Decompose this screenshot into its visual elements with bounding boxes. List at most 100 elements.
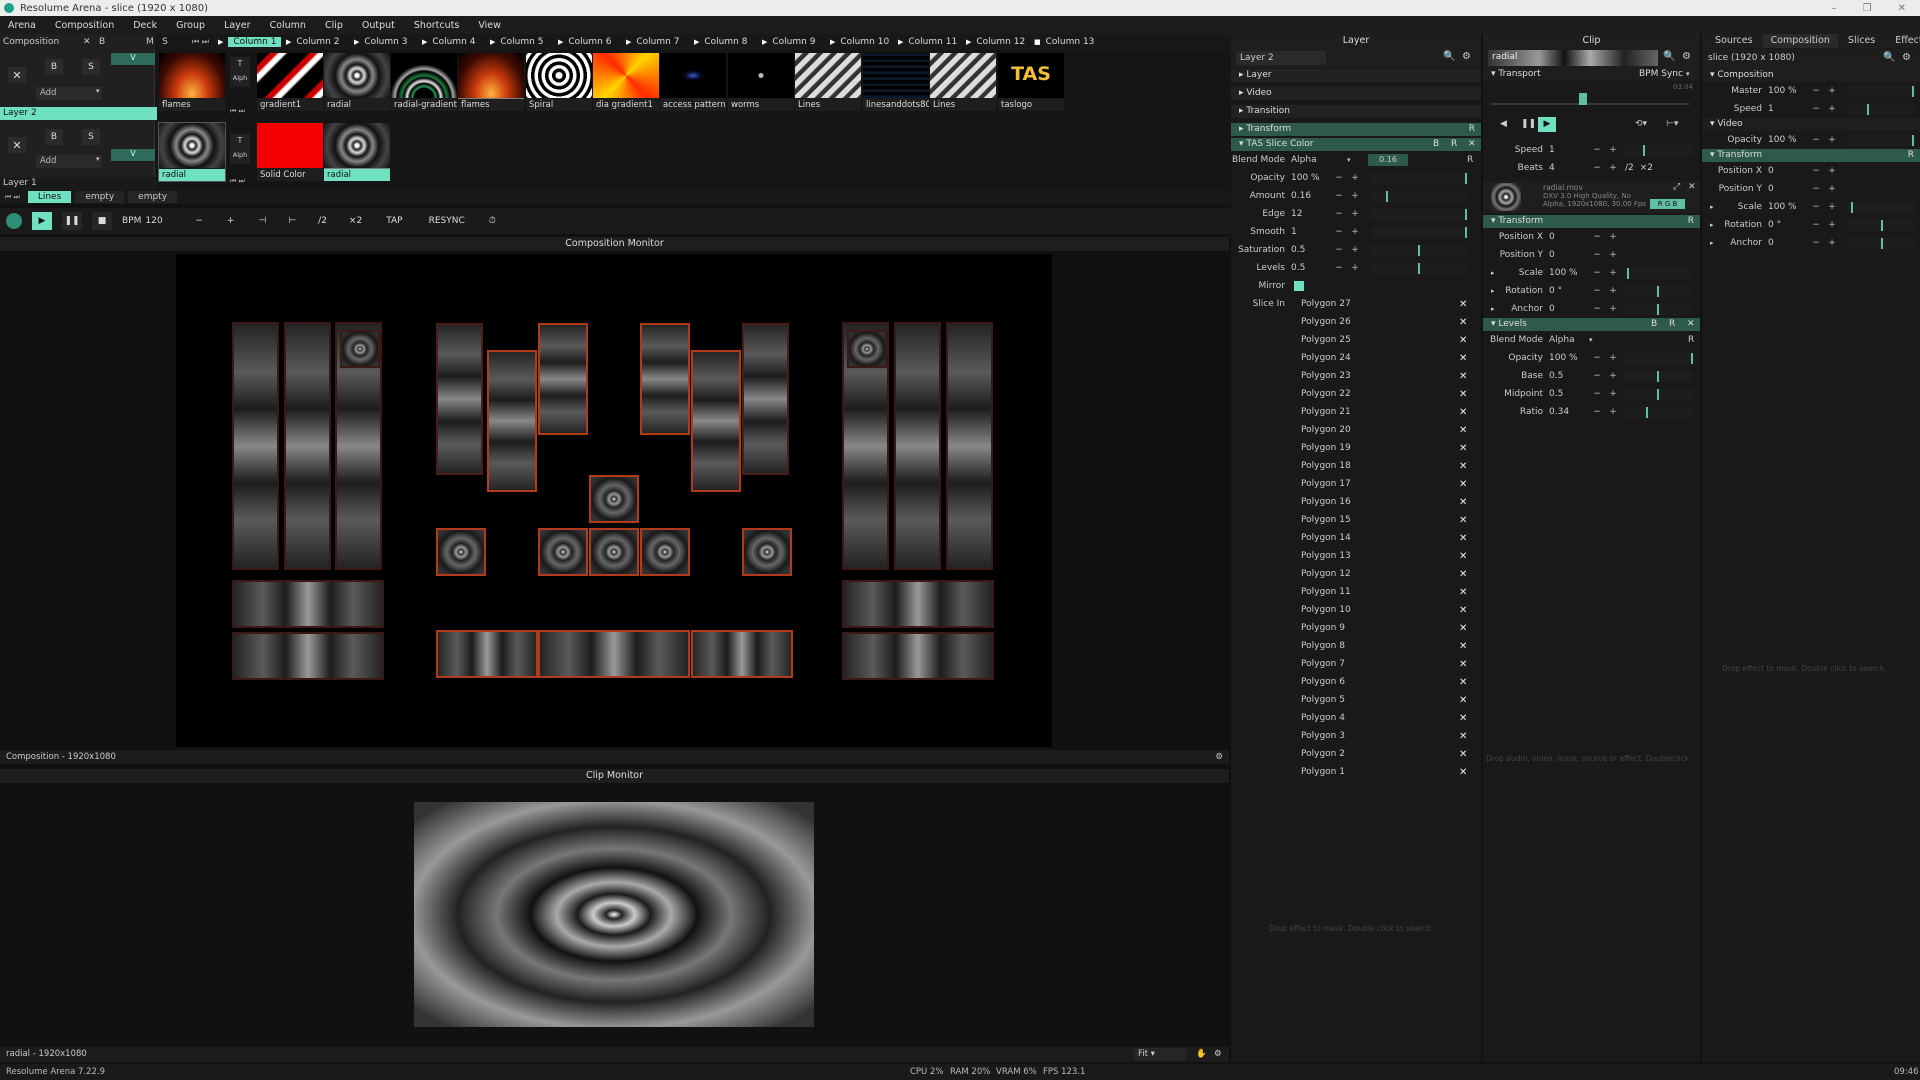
expand-arrow-icon[interactable]: ▸ — [1710, 239, 1714, 247]
clip-slot[interactable]: flames — [458, 53, 524, 111]
mirror-checkbox[interactable] — [1294, 281, 1304, 291]
param-slider[interactable] — [1623, 303, 1691, 315]
beats-increase[interactable]: + — [1605, 163, 1621, 173]
layer-2-add-dropdown[interactable]: Add — [36, 87, 102, 100]
layer-1-clear-icon[interactable]: ✕ — [8, 137, 26, 153]
remove-polygon-icon[interactable]: ✕ — [1459, 713, 1467, 724]
layer-2-bypass-button[interactable]: B — [45, 59, 63, 75]
speed-decrease[interactable]: − — [1808, 104, 1824, 114]
composition-clear-button[interactable]: ✕ — [83, 37, 91, 47]
gear-icon[interactable]: ⚙ — [1682, 51, 1691, 62]
search-icon[interactable]: 🔍 — [1443, 51, 1455, 62]
play-icon[interactable]: ▶ — [422, 38, 427, 46]
direction-icon[interactable]: ⊢▾ — [1666, 119, 1678, 129]
deck-nav-icon[interactable]: ⏮ ⏭ — [5, 193, 20, 202]
remove-polygon-icon[interactable]: ✕ — [1459, 497, 1467, 508]
param-slider[interactable] — [1623, 267, 1691, 279]
clip-search-input[interactable]: radial — [1488, 50, 1658, 66]
decrease-button[interactable]: − — [1808, 238, 1824, 248]
reset-button[interactable]: R — [1908, 149, 1914, 162]
bpm-increase-button[interactable]: + — [227, 216, 235, 226]
layer-1-name[interactable]: Layer 1 — [0, 177, 157, 190]
speed-value[interactable]: 1 — [1549, 145, 1589, 155]
remove-polygon-icon[interactable]: ✕ — [1459, 587, 1467, 598]
gear-icon[interactable]: ⚙ — [1214, 1047, 1222, 1062]
expand-arrow-icon[interactable]: ▸ — [1491, 287, 1495, 295]
param-slider[interactable] — [1371, 208, 1467, 220]
gear-icon[interactable]: ⚙ — [1462, 51, 1471, 62]
close-icon[interactable]: ✕ — [1688, 182, 1696, 192]
column-header-6[interactable]: ▶ Column 6 — [555, 35, 621, 49]
effect-bypass-button[interactable]: B — [1433, 138, 1439, 151]
menu-column[interactable]: Column — [270, 20, 306, 31]
tab-slices[interactable]: Slices — [1838, 34, 1885, 48]
column-header-3[interactable]: ▶ Column 3 — [351, 35, 417, 49]
remove-polygon-icon[interactable]: ✕ — [1459, 623, 1467, 634]
polygon-item[interactable]: Polygon 7 ✕ — [1297, 655, 1481, 673]
opacity-decrease[interactable]: − — [1808, 135, 1824, 145]
increase-button[interactable]: + — [1347, 191, 1363, 201]
decrease-button[interactable]: − — [1589, 353, 1605, 363]
tab-sources[interactable]: Sources — [1705, 34, 1763, 48]
clip-slot[interactable]: radial-gradient — [391, 53, 457, 111]
beats-half-button[interactable]: /2 — [1625, 163, 1634, 173]
timeline-playhead[interactable] — [1579, 93, 1587, 105]
play-icon[interactable]: ▶ — [286, 38, 291, 46]
polygon-item[interactable]: Polygon 13 ✕ — [1297, 547, 1481, 565]
polygon-item[interactable]: Polygon 24 ✕ — [1297, 349, 1481, 367]
menu-deck[interactable]: Deck — [133, 20, 157, 31]
composition-preview[interactable] — [0, 251, 1229, 747]
param-animate-button[interactable]: R — [1688, 335, 1694, 345]
hand-icon[interactable]: ✋ — [1196, 1047, 1207, 1062]
column-header-10[interactable]: ▶ Column 10 — [827, 35, 893, 49]
comp-speed-value[interactable]: 1 — [1768, 104, 1808, 114]
polygon-item[interactable]: Polygon 17 ✕ — [1297, 475, 1481, 493]
clip-slot[interactable]: Lines — [930, 53, 996, 111]
increase-button[interactable]: + — [1824, 184, 1840, 194]
param-value[interactable]: 0.5 — [1549, 371, 1589, 381]
polygon-item[interactable]: Polygon 20 ✕ — [1297, 421, 1481, 439]
increase-button[interactable]: + — [1347, 209, 1363, 219]
polygon-item[interactable]: Polygon 16 ✕ — [1297, 493, 1481, 511]
increase-button[interactable]: + — [1824, 220, 1840, 230]
play-icon[interactable]: ▶ — [490, 38, 495, 46]
reset-button[interactable]: R — [1469, 123, 1475, 136]
expand-arrow-icon[interactable]: ▸ — [1491, 269, 1495, 277]
polygon-item[interactable]: Polygon 26 ✕ — [1297, 313, 1481, 331]
stop-icon[interactable]: ■ — [92, 212, 112, 230]
master-decrease[interactable]: − — [1808, 86, 1824, 96]
increase-button[interactable]: + — [1605, 232, 1621, 242]
remove-polygon-icon[interactable]: ✕ — [1459, 677, 1467, 688]
polygon-item[interactable]: Polygon 6 ✕ — [1297, 673, 1481, 691]
play-icon[interactable]: ▶ — [898, 38, 903, 46]
clip-slot[interactable]: flames — [159, 53, 225, 111]
remove-polygon-icon[interactable]: ✕ — [1459, 425, 1467, 436]
gear-icon[interactable]: ⚙ — [1902, 52, 1911, 63]
bpm-half-button[interactable]: /2 — [318, 216, 327, 226]
param-value[interactable]: 0.5 — [1291, 245, 1331, 255]
clip-slot[interactable]: gradient1 — [257, 53, 323, 111]
comp-opacity-value[interactable]: 100 % — [1768, 135, 1808, 145]
channel-b[interactable]: B — [1672, 200, 1677, 208]
param-slider[interactable] — [1623, 352, 1693, 364]
remove-polygon-icon[interactable]: ✕ — [1459, 317, 1467, 328]
param-value[interactable]: 0.34 — [1549, 407, 1589, 417]
composition-mute-button[interactable]: M — [146, 37, 154, 47]
expand-icon[interactable]: ⤢ — [1673, 182, 1680, 192]
param-slider[interactable] — [1371, 226, 1467, 238]
expand-arrow-icon[interactable]: ▸ — [1710, 221, 1714, 229]
layer-1-transition-button[interactable]: T Alph — [230, 134, 250, 164]
increase-button[interactable]: + — [1347, 173, 1363, 183]
beats-double-button[interactable]: ×2 — [1640, 163, 1653, 173]
decrease-button[interactable]: − — [1808, 202, 1824, 212]
bpm-decrease-button[interactable]: − — [195, 216, 203, 226]
increase-button[interactable]: + — [1605, 353, 1621, 363]
column-header-4[interactable]: ▶ Column 4 — [419, 35, 485, 49]
effect-reset-button[interactable]: R — [1451, 138, 1457, 151]
beats-value[interactable]: 4 — [1549, 163, 1589, 173]
stop-icon[interactable]: ■ — [1034, 38, 1041, 46]
column-header-8[interactable]: ▶ Column 8 — [691, 35, 757, 49]
clip-transform-header[interactable]: ▾ Transform R — [1483, 215, 1700, 228]
decrease-button[interactable]: − — [1331, 209, 1347, 219]
polygon-item[interactable]: Polygon 18 ✕ — [1297, 457, 1481, 475]
